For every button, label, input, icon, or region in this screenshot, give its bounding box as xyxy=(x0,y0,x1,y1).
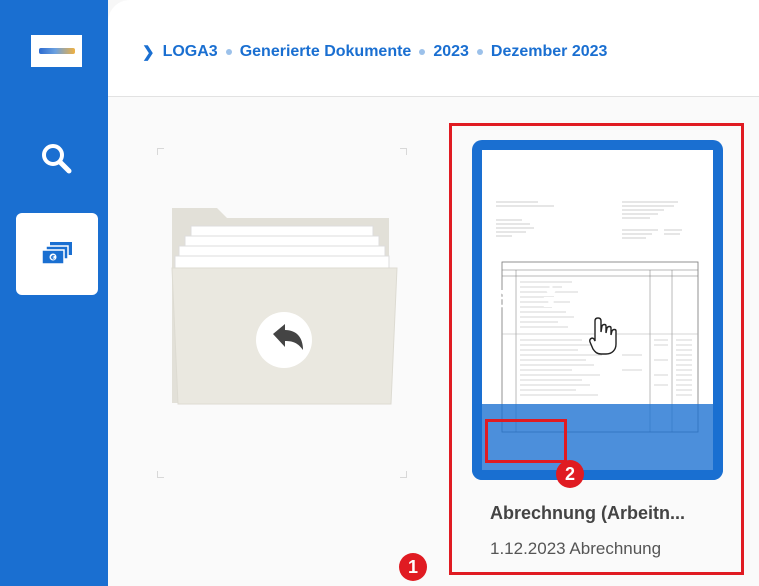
highlight-box-download-buttons xyxy=(485,419,567,463)
svg-text:€: € xyxy=(50,255,55,262)
breadcrumb-item-loga3[interactable]: LOGA3 xyxy=(163,43,218,61)
breadcrumb-item-generated-docs[interactable]: Generierte Dokumente xyxy=(240,43,412,61)
breadcrumb-item-year[interactable]: 2023 xyxy=(433,43,469,61)
banknotes-icon: € xyxy=(41,242,72,265)
breadcrumb-separator xyxy=(225,49,232,55)
highlight-box-document xyxy=(449,123,744,575)
folder-icon xyxy=(171,208,398,405)
search-icon xyxy=(42,144,72,174)
breadcrumb: ❯ LOGA3 Generierte Dokumente 2023 Dezemb… xyxy=(142,43,607,61)
chevron-right-icon: ❯ xyxy=(142,44,155,61)
parent-folder-card[interactable] xyxy=(157,148,407,478)
breadcrumb-separator xyxy=(476,49,483,55)
breadcrumb-separator xyxy=(419,49,426,55)
header: ❯ LOGA3 Generierte Dokumente 2023 Dezemb… xyxy=(108,0,759,97)
sidebar: € xyxy=(0,0,108,586)
breadcrumb-item-month[interactable]: Dezember 2023 xyxy=(491,43,608,61)
company-logo[interactable] xyxy=(31,35,82,67)
sidebar-search-button[interactable] xyxy=(38,140,74,176)
logo-mark xyxy=(38,48,75,54)
sidebar-item-documents[interactable]: € xyxy=(16,213,98,295)
annotation-badge-2: 2 xyxy=(556,460,584,488)
annotation-badge-1: 1 xyxy=(399,553,427,581)
